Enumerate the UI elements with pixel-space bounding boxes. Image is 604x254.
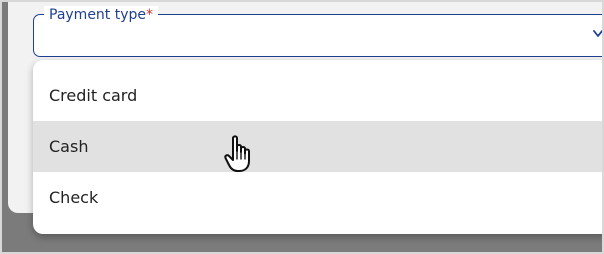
option-label: Credit card <box>49 86 138 105</box>
chevron-down-icon[interactable] <box>593 29 603 39</box>
option-cash[interactable]: Cash <box>33 121 602 172</box>
modal-backdrop: Payment type* Credit card Cash Check <box>0 0 604 254</box>
payment-type-options-list: Credit card Cash Check <box>33 60 602 234</box>
option-label: Cash <box>49 137 89 156</box>
option-credit-card[interactable]: Credit card <box>33 70 602 121</box>
hand-pointer-icon <box>224 135 250 172</box>
option-label: Check <box>49 188 99 207</box>
payment-type-label-text: Payment type <box>49 7 147 23</box>
required-indicator: * <box>146 7 154 23</box>
payment-type-label: Payment type* <box>44 6 159 24</box>
option-check[interactable]: Check <box>33 172 602 223</box>
